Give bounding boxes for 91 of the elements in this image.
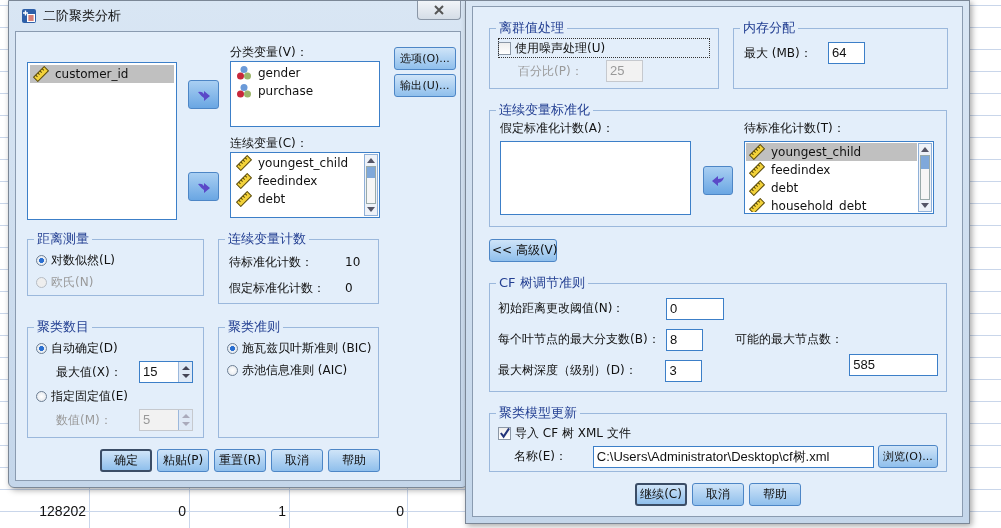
move-button[interactable] <box>188 80 219 109</box>
ruler-icon <box>236 155 252 171</box>
list-label: 连续变量(C)： <box>230 135 309 152</box>
move-button[interactable] <box>703 166 733 195</box>
balls-icon <box>236 65 252 81</box>
field-label: 名称(E)： <box>514 448 568 465</box>
ruler-icon <box>749 180 765 196</box>
variable-item[interactable]: debt <box>746 179 917 197</box>
list-label: 分类变量(V)： <box>230 44 309 61</box>
variable-item[interactable]: youngest_child <box>746 143 917 161</box>
variable-item[interactable]: youngest_child <box>233 154 363 172</box>
move-button[interactable] <box>188 172 219 201</box>
input-field[interactable]: 0 <box>666 297 724 320</box>
balls-icon <box>236 83 252 99</box>
field-label: 可能的最大节点数： <box>735 331 843 348</box>
browse-button[interactable]: 浏览(O)... <box>877 445 938 468</box>
app-icon <box>21 8 37 24</box>
window-title: 二阶聚类分析 <box>43 7 121 25</box>
group-title: 内存分配 <box>742 19 796 37</box>
group-title: 连续变量标准化 <box>498 101 591 119</box>
group-title: 聚类数目 <box>36 318 90 336</box>
table-cell-text: 0 <box>395 502 405 519</box>
group-title: CF 树调节准则 <box>498 274 586 292</box>
field-label: 初始距离更改阈值(N)： <box>498 300 626 317</box>
input-field[interactable]: C:\Users\Administrator\Desktop\cf树.xml <box>592 445 874 468</box>
list-label: 假定标准化计数(A)： <box>500 120 615 137</box>
check-icon <box>499 427 510 439</box>
variable-item[interactable]: gender <box>233 64 377 82</box>
count-value: 10 <box>345 255 361 269</box>
radio-option[interactable]: 指定固定值(E) <box>36 385 195 407</box>
group-title: 连续变量计数 <box>227 230 307 248</box>
field-label: 数值(M)： <box>56 411 113 429</box>
group-title: 聚类模型更新 <box>498 404 578 422</box>
ruler-icon <box>749 198 765 212</box>
close-button[interactable] <box>417 1 461 20</box>
variable-item[interactable]: feedindex <box>233 172 363 190</box>
dialog-button[interactable]: 帮助 <box>749 483 801 506</box>
ruler-icon <box>236 191 252 207</box>
dialog-button[interactable]: 继续(C) <box>635 483 687 506</box>
checkbox-option[interactable]: 使用噪声处理(U) <box>498 38 710 58</box>
scroll-bar[interactable] <box>364 154 378 216</box>
dialog-button[interactable]: 粘贴(P) <box>157 449 209 472</box>
field-label: 最大 (MB)： <box>744 44 813 62</box>
count-label: 待标准化计数： <box>229 253 314 271</box>
list-label: 待标准化计数(T)： <box>744 120 846 137</box>
spin-arrows-icon[interactable] <box>180 364 191 380</box>
dialog-button[interactable]: 输出(U)... <box>394 74 456 97</box>
field-label: 每个叶节点的最大分支数(B)： <box>498 331 661 348</box>
down-arrow-icon[interactable] <box>921 203 929 209</box>
dialog-button[interactable]: 确定 <box>100 449 152 472</box>
ruler-icon <box>33 66 49 82</box>
field-label: 最大值(X)： <box>56 363 123 381</box>
down-arrow-icon[interactable] <box>367 207 375 213</box>
radio-option[interactable]: 赤池信息准则 (AIC) <box>227 359 370 381</box>
advanced-button[interactable]: << 高级(V) <box>489 239 557 262</box>
variable-item[interactable]: customer_id <box>30 65 174 83</box>
variable-item[interactable]: purchase <box>233 82 377 100</box>
group-title: 聚类准则 <box>227 318 281 336</box>
dialog-button[interactable]: 取消 <box>271 449 323 472</box>
radio-option[interactable]: 对数似然(L) <box>36 249 195 271</box>
variable-item[interactable]: feedindex <box>746 161 917 179</box>
input-field[interactable]: 8 <box>666 328 703 351</box>
variable-item[interactable]: household_debt <box>746 197 917 212</box>
scroll-bar[interactable] <box>918 143 932 212</box>
ruler-icon <box>749 162 765 178</box>
table-cell-text: 128202 <box>38 502 87 519</box>
table-cell-text: 0 <box>177 502 187 519</box>
group-title: 距离测量 <box>36 230 90 248</box>
up-arrow-icon[interactable] <box>921 146 929 152</box>
count-value: 0 <box>345 281 353 295</box>
ruler-icon <box>236 173 252 189</box>
spinner-field[interactable]: 15 <box>139 361 193 383</box>
checkbox-option[interactable]: 导入 CF 树 XML 文件 <box>498 423 938 443</box>
field-label: 最大树深度（级别）(D)： <box>498 362 638 379</box>
dialog-button[interactable]: 取消 <box>692 483 744 506</box>
variable-item[interactable]: debt <box>233 190 363 208</box>
input-field[interactable]: 64 <box>828 42 865 64</box>
field-label: 百分比(P)： <box>518 62 584 80</box>
radio-option[interactable]: 自动确定(D) <box>36 337 195 359</box>
dialog-button[interactable]: 选项(O)... <box>394 47 456 70</box>
group-title: 离群值处理 <box>498 19 565 37</box>
input-field[interactable]: 3 <box>665 359 703 382</box>
count-label: 假定标准化计数： <box>229 279 326 297</box>
dialog-button[interactable]: 帮助 <box>328 449 380 472</box>
table-cell-text: 1 <box>277 502 287 519</box>
ruler-icon <box>749 144 765 160</box>
radio-option[interactable]: 施瓦兹贝叶斯准则 (BIC) <box>227 337 370 359</box>
output-field: 585 <box>849 353 938 376</box>
up-arrow-icon[interactable] <box>367 157 375 163</box>
close-icon <box>433 5 445 15</box>
dialog-button[interactable]: 重置(R) <box>214 449 266 472</box>
